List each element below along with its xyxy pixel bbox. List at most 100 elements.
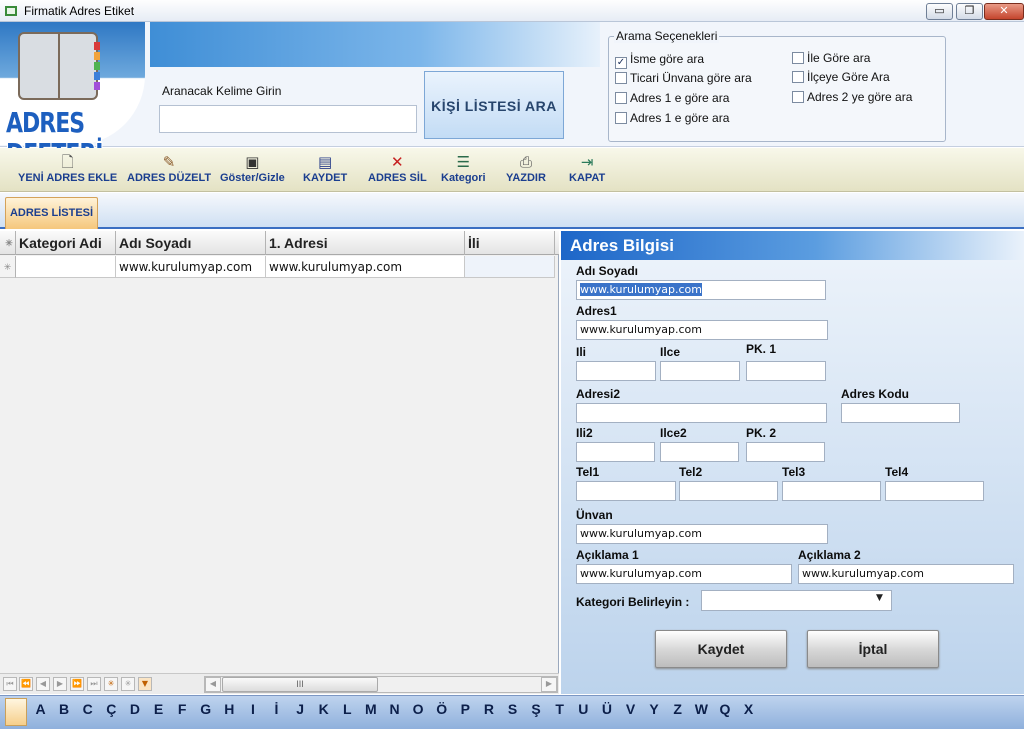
close-window-button[interactable]: ✕ — [984, 3, 1024, 20]
option-by-district[interactable]: İlçeye Göre Ara — [792, 70, 890, 84]
scroll-left-icon[interactable]: ◀ — [205, 677, 221, 692]
city2-input[interactable] — [576, 442, 655, 462]
alphabet-letter-button[interactable]: P — [454, 701, 477, 717]
checkbox-icon[interactable] — [792, 71, 804, 83]
table-cell-address1[interactable]: www.kurulumyap.com — [266, 256, 465, 278]
alphabet-letter-button[interactable]: R — [477, 701, 500, 717]
alphabet-letter-button[interactable]: A — [29, 701, 52, 717]
last-page-icon[interactable]: ⏭ — [87, 677, 101, 691]
checkbox-icon[interactable] — [792, 91, 804, 103]
option-by-address2[interactable]: Adres 2 ye göre ara — [792, 90, 912, 104]
alphabet-letter-button[interactable]: W — [690, 701, 713, 717]
phone4-input[interactable] — [885, 481, 984, 501]
category-select[interactable] — [701, 590, 892, 611]
alphabet-letter-button[interactable]: H — [218, 701, 241, 717]
checkbox-icon[interactable] — [615, 92, 627, 104]
new-row-selector-icon[interactable]: ✳ — [0, 256, 16, 278]
table-cell-name[interactable]: www.kurulumyap.com — [116, 256, 266, 278]
alphabet-letter-button[interactable]: Y — [643, 701, 666, 717]
alphabet-letter-button[interactable]: M — [359, 701, 382, 717]
alphabet-letter-button[interactable]: Ü — [595, 701, 618, 717]
table-cell-category[interactable] — [16, 256, 116, 278]
prev-page-icon[interactable]: ⏪ — [19, 677, 33, 691]
postcode1-input[interactable] — [746, 361, 826, 381]
column-header-city[interactable]: İli — [465, 231, 555, 255]
delete-address-button[interactable]: ✕ ADRES SİL — [368, 152, 427, 184]
scroll-right-icon[interactable]: ▶ — [541, 677, 557, 692]
cancel-button[interactable]: İptal — [807, 630, 939, 668]
checkbox-icon[interactable] — [792, 52, 804, 64]
exit-button[interactable]: ⇥ KAPAT — [569, 152, 605, 184]
alphabet-letter-button[interactable]: S — [501, 701, 524, 717]
district-input[interactable] — [660, 361, 740, 381]
title-input[interactable]: www.kurulumyap.com — [576, 524, 828, 544]
checkbox-icon[interactable] — [615, 72, 627, 84]
alphabet-letter-button[interactable]: B — [53, 701, 76, 717]
option-by-city[interactable]: İle Göre ara — [792, 51, 870, 65]
category-button[interactable]: ☰ Kategori — [441, 152, 486, 184]
prev-record-icon[interactable]: ◀ — [36, 677, 50, 691]
save-record-button[interactable]: Kaydet — [655, 630, 787, 668]
option-by-address1[interactable]: Adres 1 e göre ara — [615, 91, 729, 105]
chevron-down-icon[interactable]: ▼ — [876, 593, 883, 603]
alphabet-letter-button[interactable]: Q — [713, 701, 736, 717]
city-input[interactable] — [576, 361, 656, 381]
scrollbar-thumb[interactable]: III — [222, 677, 378, 692]
address-code-input[interactable] — [841, 403, 960, 423]
description2-input[interactable]: www.kurulumyap.com — [798, 564, 1014, 584]
option-by-address1-b[interactable]: Adres 1 e göre ara — [615, 111, 729, 125]
description1-input[interactable]: www.kurulumyap.com — [576, 564, 792, 584]
insert-record-icon[interactable]: ✳ — [121, 677, 135, 691]
alphabet-letter-button[interactable]: Ş — [525, 701, 548, 717]
phone1-input[interactable] — [576, 481, 676, 501]
column-header-address1[interactable]: 1. Adresi — [266, 231, 465, 255]
toggle-view-button[interactable]: ▣ Göster/Gizle — [220, 152, 285, 184]
checkbox-icon[interactable] — [615, 112, 627, 124]
alphabet-letter-button[interactable]: N — [383, 701, 406, 717]
print-button[interactable]: ⎙ YAZDIR — [506, 152, 546, 184]
append-record-icon[interactable]: ✳ — [104, 677, 118, 691]
edit-address-button[interactable]: ✎ ADRES DÜZELT — [127, 152, 211, 184]
address2-input[interactable] — [576, 403, 827, 423]
alphabet-letter-button[interactable]: G — [194, 701, 217, 717]
postcode2-input[interactable] — [746, 442, 825, 462]
alphabet-letter-button[interactable]: T — [548, 701, 571, 717]
alphabet-letter-button[interactable]: U — [572, 701, 595, 717]
search-input[interactable] — [159, 105, 417, 133]
minimize-button[interactable]: ▭ — [926, 3, 953, 20]
alphabet-letter-button[interactable]: F — [171, 701, 194, 717]
alphabet-letter-button[interactable]: E — [147, 701, 170, 717]
alphabet-letter-button[interactable]: İ — [265, 701, 288, 717]
option-by-name[interactable]: ✓ İsme göre ara — [615, 52, 704, 69]
alphabet-letter-button[interactable]: Ç — [100, 701, 123, 717]
filter-icon[interactable]: ▼ — [138, 677, 152, 691]
alphabet-letter-button[interactable]: V — [619, 701, 642, 717]
column-header-name[interactable]: Adı Soyadı — [116, 231, 266, 255]
alphabet-letter-button[interactable]: O — [407, 701, 430, 717]
maximize-button[interactable]: ❐ — [956, 3, 983, 20]
alphabet-letter-button[interactable]: X — [737, 701, 760, 717]
alphabet-letter-button[interactable]: L — [336, 701, 359, 717]
alphabet-letter-button[interactable]: D — [123, 701, 146, 717]
checkbox-checked-icon[interactable]: ✓ — [615, 57, 627, 69]
new-address-button[interactable]: 🗋 YENİ ADRES EKLE — [18, 152, 117, 184]
first-page-icon[interactable]: ⏮ — [3, 677, 17, 691]
next-record-icon[interactable]: ▶ — [53, 677, 67, 691]
alphabet-letter-button[interactable]: Z — [666, 701, 689, 717]
district2-input[interactable] — [660, 442, 739, 462]
alphabet-letter-button[interactable]: J — [289, 701, 312, 717]
full-name-input[interactable]: www.kurulumyap.com — [576, 280, 826, 300]
alphabet-letter-button[interactable]: I — [241, 701, 264, 717]
column-header-category[interactable]: Kategori Adi — [16, 231, 116, 255]
option-by-trade-name[interactable]: Ticari Ünvana göre ara — [615, 71, 752, 85]
search-list-button[interactable]: KİŞİ LİSTESİ ARA — [424, 71, 564, 139]
alphabet-all-tab[interactable] — [5, 698, 27, 726]
phone2-input[interactable] — [679, 481, 778, 501]
alphabet-letter-button[interactable]: Ö — [430, 701, 453, 717]
next-page-icon[interactable]: ⏩ — [70, 677, 84, 691]
table-cell-city[interactable] — [465, 256, 555, 278]
tab-address-list[interactable]: ADRES LİSTESİ — [5, 197, 98, 229]
save-button[interactable]: ▤ KAYDET — [303, 152, 347, 184]
alphabet-letter-button[interactable]: C — [76, 701, 99, 717]
alphabet-letter-button[interactable]: K — [312, 701, 335, 717]
